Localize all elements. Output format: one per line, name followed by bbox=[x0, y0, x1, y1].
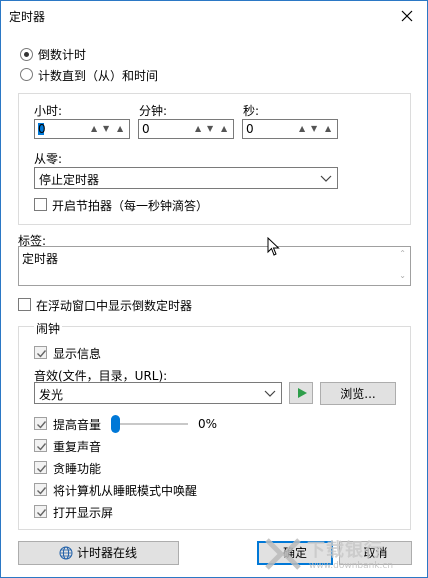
turn-on-display-checkbox[interactable] bbox=[34, 505, 47, 518]
seconds-value: 0 bbox=[246, 122, 254, 136]
spin-up-icon[interactable]: ▲ bbox=[117, 124, 123, 134]
volume-slider-track[interactable] bbox=[116, 423, 188, 425]
countdown-radio[interactable] bbox=[20, 48, 33, 61]
from-zero-label: 从零: bbox=[34, 152, 63, 166]
play-button[interactable] bbox=[289, 382, 313, 404]
alarm-group-label: 闹钟 bbox=[34, 320, 63, 337]
volume-percent: 0% bbox=[198, 417, 218, 431]
browse-button[interactable]: 浏览... bbox=[320, 382, 396, 405]
floating-window-checkbox[interactable] bbox=[18, 298, 31, 311]
repeat-sound-checkbox[interactable] bbox=[34, 439, 47, 452]
spin-down-icon[interactable]: ▼ bbox=[103, 124, 109, 134]
spin-down-icon[interactable]: ▼ bbox=[311, 124, 317, 134]
close-icon bbox=[401, 10, 413, 22]
check-icon bbox=[37, 350, 47, 358]
check-icon bbox=[37, 465, 47, 473]
seconds-spinner[interactable]: 0 ▲ ▼ ▲ bbox=[242, 119, 338, 139]
count-to-label: 计数直到（从）和时间 bbox=[38, 69, 159, 83]
title-bar: 定时器 bbox=[1, 1, 427, 31]
turn-on-display-label: 打开显示屏 bbox=[53, 506, 114, 520]
count-to-radio[interactable] bbox=[20, 68, 33, 81]
window-title: 定时器 bbox=[9, 10, 46, 24]
show-info-checkbox[interactable] bbox=[34, 346, 47, 359]
minutes-value: 0 bbox=[142, 122, 150, 136]
timer-online-label: 计时器在线 bbox=[77, 546, 138, 560]
hours-spinner[interactable]: 0 ▲ ▼ ▲ bbox=[34, 119, 130, 139]
spin-up-icon[interactable]: ▲ bbox=[325, 124, 331, 134]
hours-label: 小时: bbox=[34, 104, 63, 118]
check-icon bbox=[37, 509, 47, 517]
spin-up-icon[interactable]: ▲ bbox=[221, 124, 227, 134]
scroll-up-icon[interactable]: ⌃ bbox=[399, 249, 406, 258]
raise-volume-label: 提高音量 bbox=[53, 418, 102, 432]
watermark: 下载银行 www.downbank.cn bbox=[263, 534, 413, 576]
raise-volume-checkbox[interactable] bbox=[34, 417, 47, 430]
check-icon bbox=[37, 487, 47, 495]
watermark-url: www.downbank.cn bbox=[309, 561, 394, 571]
sound-select[interactable]: 发光 bbox=[34, 382, 282, 404]
seconds-label: 秒: bbox=[243, 104, 260, 118]
tag-value: 定时器 bbox=[22, 252, 59, 266]
spin-down-icon[interactable]: ▼ bbox=[207, 124, 213, 134]
timer-dialog: 定时器 倒数计时 计数直到（从）和时间 小时: 分钟: 秒: 0 ▲ ▼ ▲ 0… bbox=[0, 0, 428, 578]
chevron-down-icon bbox=[320, 175, 332, 182]
timer-online-button[interactable]: 计时器在线 bbox=[18, 541, 179, 565]
repeat-sound-label: 重复声音 bbox=[53, 440, 102, 454]
floating-window-label: 在浮动窗口中显示倒数定时器 bbox=[36, 299, 193, 313]
spin-up-icon[interactable]: ▲ bbox=[195, 124, 201, 134]
mouse-cursor-icon bbox=[267, 237, 280, 256]
wake-computer-label: 将计算机从睡眠模式中唤醒 bbox=[53, 484, 198, 498]
minutes-label: 分钟: bbox=[139, 104, 168, 118]
globe-icon bbox=[59, 546, 73, 560]
tag-textarea[interactable]: 定时器 ⌃ ⌄ bbox=[18, 246, 411, 286]
sound-value: 发光 bbox=[39, 388, 64, 402]
hours-value: 0 bbox=[38, 122, 46, 136]
check-icon bbox=[37, 443, 47, 451]
snooze-checkbox[interactable] bbox=[34, 461, 47, 474]
from-zero-value: 停止定时器 bbox=[39, 173, 100, 187]
chevron-down-icon bbox=[264, 390, 276, 397]
from-zero-select[interactable]: 停止定时器 bbox=[34, 167, 338, 189]
watermark-logo-icon bbox=[265, 538, 301, 570]
snooze-label: 贪睡功能 bbox=[53, 462, 102, 476]
metronome-label: 开启节拍器（每一秒钟滴答） bbox=[52, 199, 209, 213]
scroll-down-icon[interactable]: ⌄ bbox=[399, 271, 406, 280]
spin-up-icon[interactable]: ▲ bbox=[299, 124, 305, 134]
watermark-text: 下载银行 bbox=[307, 540, 383, 561]
countdown-label: 倒数计时 bbox=[38, 48, 87, 62]
play-icon bbox=[298, 388, 307, 398]
wake-computer-checkbox[interactable] bbox=[34, 483, 47, 496]
close-button[interactable] bbox=[393, 4, 421, 28]
metronome-checkbox[interactable] bbox=[34, 198, 47, 211]
show-info-label: 显示信息 bbox=[53, 347, 102, 361]
volume-slider-thumb[interactable] bbox=[111, 415, 120, 433]
spin-up-icon[interactable]: ▲ bbox=[91, 124, 97, 134]
check-icon bbox=[37, 421, 47, 429]
minutes-spinner[interactable]: 0 ▲ ▼ ▲ bbox=[138, 119, 234, 139]
